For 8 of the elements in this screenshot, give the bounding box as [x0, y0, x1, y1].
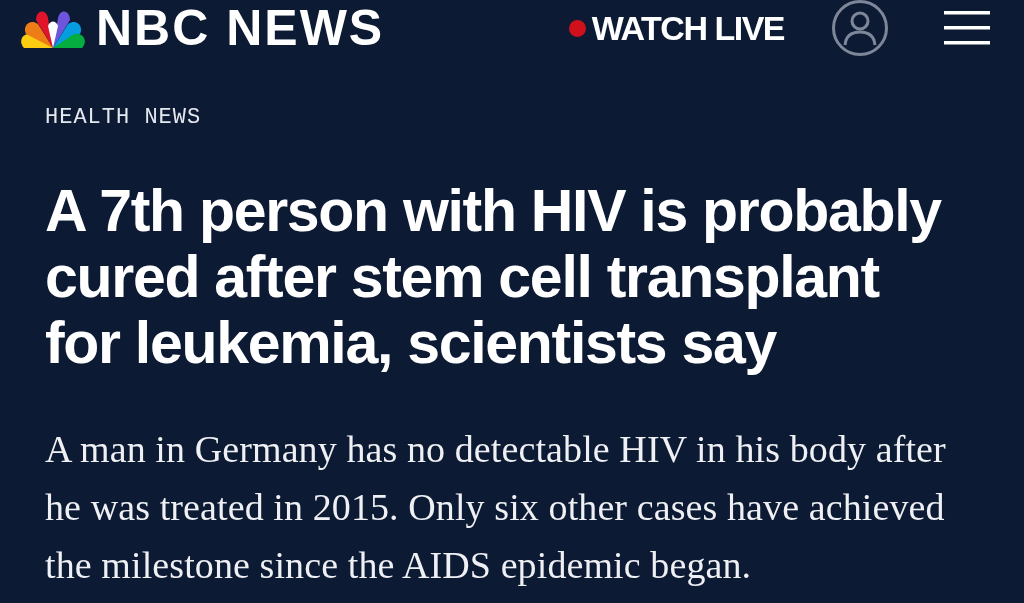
logo-text: NBC NEWS [96, 3, 385, 53]
profile-icon[interactable] [830, 0, 890, 56]
menu-icon[interactable] [944, 8, 990, 48]
article-headline: A 7th person with HIV is probably cured after stem cell transplant for leukemia, scientists say [45, 178, 943, 376]
section-link[interactable]: HEALTH NEWS [45, 107, 202, 129]
article-summary: A man in Germany has no detectable HIV in his body after he was treated in 2015. Only six other cases have achieved the milestone since the AIDS epidemic began. [45, 427, 947, 588]
live-dot-icon [568, 19, 586, 37]
watch-live-button[interactable]: WATCH LIVE [568, 11, 784, 45]
